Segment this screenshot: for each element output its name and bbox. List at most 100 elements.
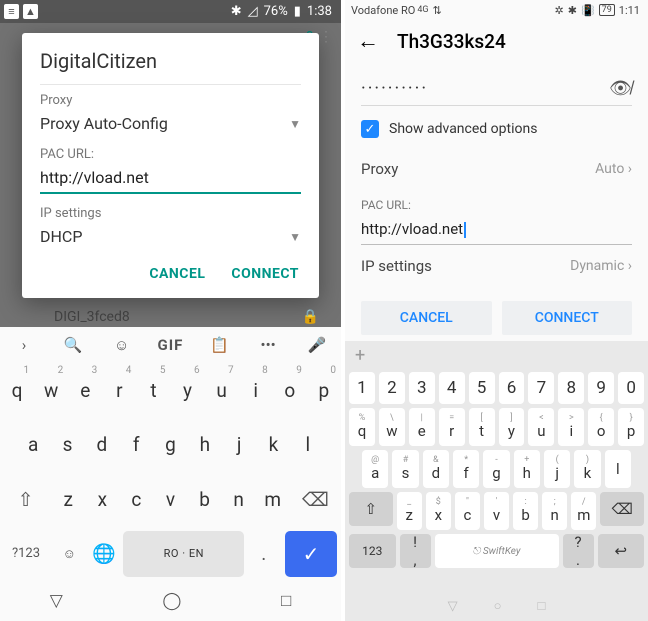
key-i[interactable]: >i <box>558 408 584 446</box>
key-3[interactable]: 3 <box>409 372 435 404</box>
key-1[interactable]: 1 <box>349 372 375 404</box>
key-t[interactable]: 5t <box>136 363 170 418</box>
comma-key[interactable]: !, <box>400 534 431 568</box>
numbers-key[interactable]: 123 <box>349 534 396 568</box>
key-s[interactable]: s <box>50 418 84 473</box>
key-x[interactable]: $x <box>426 492 451 530</box>
key-j[interactable]: (j <box>544 450 570 488</box>
key-o[interactable]: 9o <box>273 363 307 418</box>
key-v[interactable]: v <box>153 472 187 527</box>
backspace-key[interactable]: ⌫ <box>600 492 644 526</box>
key-e[interactable]: |e <box>409 408 435 446</box>
key-s[interactable]: #s <box>392 450 418 488</box>
key-g[interactable]: -g <box>483 450 509 488</box>
ip-settings-selector[interactable]: DHCP ▼ <box>40 221 301 252</box>
globe-key[interactable]: 🌐 <box>87 527 122 582</box>
chevron-right-icon[interactable]: › <box>8 336 40 354</box>
key-r[interactable]: 4r <box>102 363 136 418</box>
key-w[interactable]: \w <box>379 408 405 446</box>
key-6[interactable]: 6 <box>499 372 525 404</box>
gif-button[interactable]: GIF <box>154 336 186 354</box>
key-h[interactable]: h <box>188 418 222 473</box>
period-key[interactable]: ?. <box>563 534 594 568</box>
key-9[interactable]: 9 <box>588 372 614 404</box>
password-field[interactable]: ·········· <box>361 78 428 99</box>
key-y[interactable]: ]y <box>499 408 525 446</box>
key-n[interactable]: ;n <box>542 492 567 530</box>
space-key[interactable]: RO · EN <box>123 531 244 578</box>
left-keyboard[interactable]: › 🔍 ☺ GIF 📋 ••• 🎤 1q2w3e4r5t6y7u8i9o0p a… <box>0 327 341 581</box>
key-7[interactable]: 7 <box>528 372 554 404</box>
symbols-key[interactable]: ?123 <box>0 527 52 582</box>
more-icon[interactable]: ••• <box>252 336 284 354</box>
key-f[interactable]: f <box>119 418 153 473</box>
backspace-key[interactable]: ⌫ <box>290 472 341 527</box>
clipboard-icon[interactable]: 📋 <box>203 336 235 354</box>
emoji-icon[interactable]: ☺ <box>106 336 138 354</box>
mic-icon[interactable]: 🎤 <box>301 336 333 354</box>
connect-button[interactable]: CONNECT <box>502 301 633 335</box>
key-u[interactable]: <u <box>528 408 554 446</box>
connect-button[interactable]: CONNECT <box>231 266 299 282</box>
key-n[interactable]: n <box>222 472 256 527</box>
right-keyboard[interactable]: + 1234567890 %q\w|e=r[t]y<u>i{o}p @a#s&d… <box>345 341 648 591</box>
key-f[interactable]: *f <box>453 450 479 488</box>
pac-url-input[interactable]: http://vload.net <box>361 214 632 245</box>
key-j[interactable]: j <box>222 418 256 473</box>
show-advanced-row[interactable]: ✓ Show advanced options <box>361 106 632 148</box>
key-p[interactable]: }p <box>618 408 644 446</box>
key-a[interactable]: a <box>16 418 50 473</box>
key-e[interactable]: 3e <box>68 363 102 418</box>
key-m[interactable]: /m <box>571 492 596 530</box>
recents-button[interactable]: □ <box>281 591 291 611</box>
key-5[interactable]: 5 <box>469 372 495 404</box>
key-4[interactable]: 4 <box>439 372 465 404</box>
key-k[interactable]: k <box>256 418 290 473</box>
cancel-button[interactable]: CANCEL <box>361 301 492 335</box>
key-8[interactable]: 8 <box>558 372 584 404</box>
key-l[interactable]: l <box>291 418 325 473</box>
pac-url-input[interactable]: http://vload.net <box>40 164 301 194</box>
key-z[interactable]: z <box>51 472 85 527</box>
checkbox-checked-icon[interactable]: ✓ <box>361 120 379 138</box>
shift-key[interactable]: ⇧ <box>0 472 51 527</box>
home-button[interactable]: ◯ <box>162 591 181 611</box>
ip-settings-row[interactable]: IP settings Dynamic › <box>361 245 632 287</box>
key-v[interactable]: 'v <box>484 492 509 530</box>
key-m[interactable]: m <box>256 472 290 527</box>
key-d[interactable]: d <box>85 418 119 473</box>
key-b[interactable]: :b <box>513 492 538 530</box>
key-u[interactable]: 7u <box>205 363 239 418</box>
emoji-small-key[interactable]: ☺ <box>52 527 87 582</box>
shift-key[interactable]: ⇧ <box>349 492 393 526</box>
key-b[interactable]: b <box>188 472 222 527</box>
key-d[interactable]: &d <box>423 450 449 488</box>
proxy-selector[interactable]: Proxy Auto-Config ▼ <box>40 108 301 137</box>
key-c[interactable]: "c <box>455 492 480 530</box>
key-w[interactable]: 2w <box>34 363 68 418</box>
enter-key[interactable]: ↩ <box>598 534 645 568</box>
key-p[interactable]: 0p <box>307 363 341 418</box>
key-i[interactable]: 8i <box>239 363 273 418</box>
key-k[interactable]: )k <box>574 450 600 488</box>
key-t[interactable]: [t <box>469 408 495 446</box>
key-l[interactable]: l <box>605 450 631 488</box>
key-r[interactable]: =r <box>439 408 465 446</box>
key-y[interactable]: 6y <box>170 363 204 418</box>
key-c[interactable]: c <box>119 472 153 527</box>
recents-button[interactable]: □ <box>538 598 546 614</box>
back-button[interactable]: ▽ <box>50 591 63 611</box>
key-0[interactable]: 0 <box>618 372 644 404</box>
back-button[interactable]: ▽ <box>448 599 458 614</box>
add-button[interactable]: + <box>345 343 648 370</box>
key-2[interactable]: 2 <box>379 372 405 404</box>
key-o[interactable]: {o <box>588 408 614 446</box>
back-icon[interactable]: ← <box>357 28 379 54</box>
key-z[interactable]: _z <box>397 492 422 530</box>
key-a[interactable]: @a <box>362 450 388 488</box>
space-key[interactable]: ⎋ SwiftKey <box>435 534 559 568</box>
key-x[interactable]: x <box>85 472 119 527</box>
key-q[interactable]: 1q <box>0 363 34 418</box>
cancel-button[interactable]: CANCEL <box>149 266 205 282</box>
key-g[interactable]: g <box>153 418 187 473</box>
